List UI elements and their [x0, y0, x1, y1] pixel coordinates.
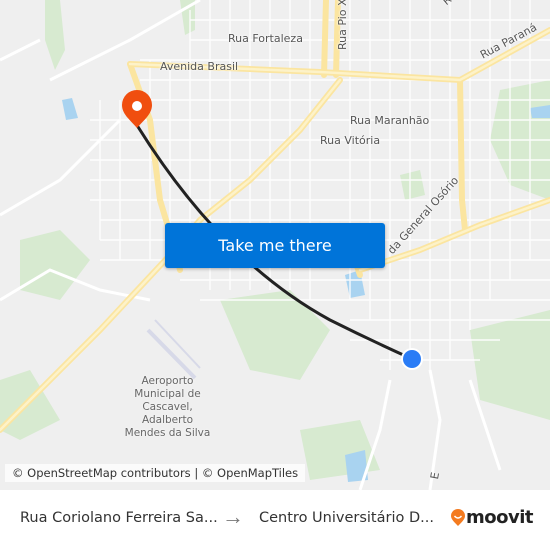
- arrow-right-icon: →: [222, 504, 244, 529]
- destination-name: Centro Universitário D...: [259, 510, 434, 526]
- map[interactable]: Rua Fortaleza Avenida Brasil Rua Pio XII…: [0, 0, 550, 490]
- moovit-wordmark: moovit: [466, 507, 534, 528]
- street-label-rua-pio-xii: Rua Pio XII: [336, 0, 349, 50]
- origin-marker[interactable]: [401, 348, 423, 370]
- street-label-avenida-brasil: Avenida Brasil: [160, 60, 239, 73]
- route-footer: Rua Coriolano Ferreira Sa... → Centro Un…: [0, 490, 550, 550]
- take-me-there-button[interactable]: Take me there: [165, 223, 385, 268]
- moovit-pin-icon: [451, 508, 465, 526]
- map-attribution[interactable]: © OpenStreetMap contributors | © OpenMap…: [5, 464, 306, 482]
- airport-runway: [146, 319, 201, 380]
- origin-name: Rua Coriolano Ferreira Sa...: [20, 510, 218, 526]
- street-label-rua-fortaleza: Rua Fortaleza: [228, 32, 303, 45]
- airport-label: Aeroporto Municipal de Cascavel, Adalber…: [124, 375, 211, 439]
- street-label-rua-maranhao: Rua Maranhão: [350, 114, 430, 127]
- moovit-logo[interactable]: moovit: [450, 507, 534, 528]
- street-label-rua-vitoria: Rua Vitória: [320, 134, 381, 147]
